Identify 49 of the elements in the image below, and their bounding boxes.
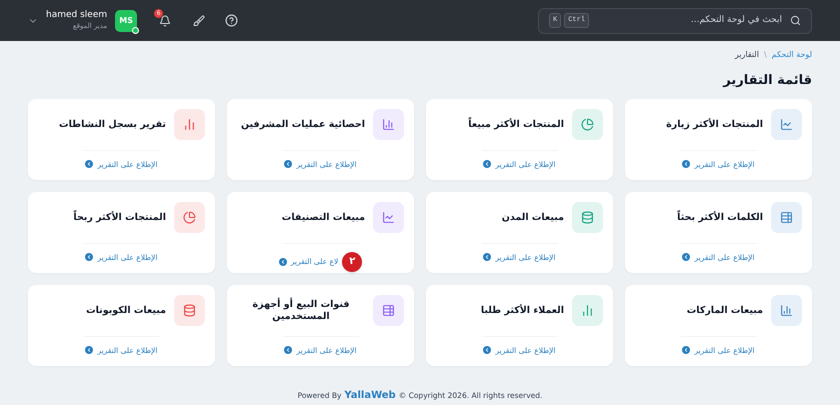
coin-stack-icon (581, 211, 594, 224)
card-title: المنتجات الأكثر زيارة (666, 118, 763, 130)
line-chart-icon (780, 118, 793, 131)
chevron-icon (85, 253, 94, 262)
coin-stack-icon (183, 304, 196, 317)
chevron-icon (682, 253, 690, 262)
user-avatar[interactable]: MS (115, 10, 138, 32)
page-title: قائمة التقارير (722, 72, 812, 90)
card-title: مبيعات الكوبونات (86, 304, 166, 316)
pie-chart-icon (183, 211, 196, 224)
chevron-icon (483, 253, 492, 262)
chevron-icon (284, 160, 292, 168)
user-name: hamed sleem (46, 11, 108, 20)
table-icon (780, 211, 793, 224)
table-icon (382, 304, 395, 317)
card-title: المنتجات الأكثر مبيعاً (468, 118, 564, 130)
brand-link[interactable]: YallaWeb (344, 388, 396, 403)
bar-chart-icon (382, 118, 395, 131)
card-title: العملاء الأكثر طلبا (480, 304, 564, 316)
brush-icon[interactable] (193, 14, 206, 26)
bar-chart-icon (780, 304, 793, 317)
chevron-icon (483, 346, 492, 354)
chevron-icon (284, 346, 292, 354)
bar-chart-icon (581, 304, 594, 317)
bar-chart-icon (183, 118, 196, 131)
chevron-icon (85, 160, 94, 168)
chevron-icon (85, 346, 94, 354)
bell-icon (159, 14, 172, 26)
search-icon (790, 15, 801, 26)
breadcrumb-separator: \ (764, 49, 767, 61)
card-title: مبيعات المدن (502, 212, 564, 224)
pie-chart-icon (581, 118, 594, 131)
breadcrumb-link[interactable]: التقارير (734, 49, 759, 61)
line-chart-icon (382, 211, 395, 224)
card-title: مبيعات التصنيفات (282, 212, 365, 224)
search-input[interactable]: ابحث في لوحة التحكم... (597, 14, 782, 28)
card-title: احصائية عمليات المشرفين (241, 118, 365, 130)
floating-badge[interactable]: ٢ (342, 252, 362, 272)
card-title: المنتجات الأكثر ربحاً (73, 212, 166, 224)
chevron-icon (682, 160, 690, 168)
help-icon[interactable] (225, 14, 238, 27)
chevron-icon (682, 346, 690, 354)
breadcrumb-link[interactable]: لوحة التحكم (772, 49, 812, 61)
chevron-icon (483, 160, 492, 168)
chevron-icon (278, 258, 287, 266)
card-title: قنوات البيع أو أجهزة المستخدمين (252, 298, 350, 322)
card-title: تقرير بسجل النشاطات (59, 118, 166, 130)
card-title: الكلمات الأكثر بحثاً (677, 212, 763, 224)
card-title: مبيعات الماركات (686, 304, 763, 316)
